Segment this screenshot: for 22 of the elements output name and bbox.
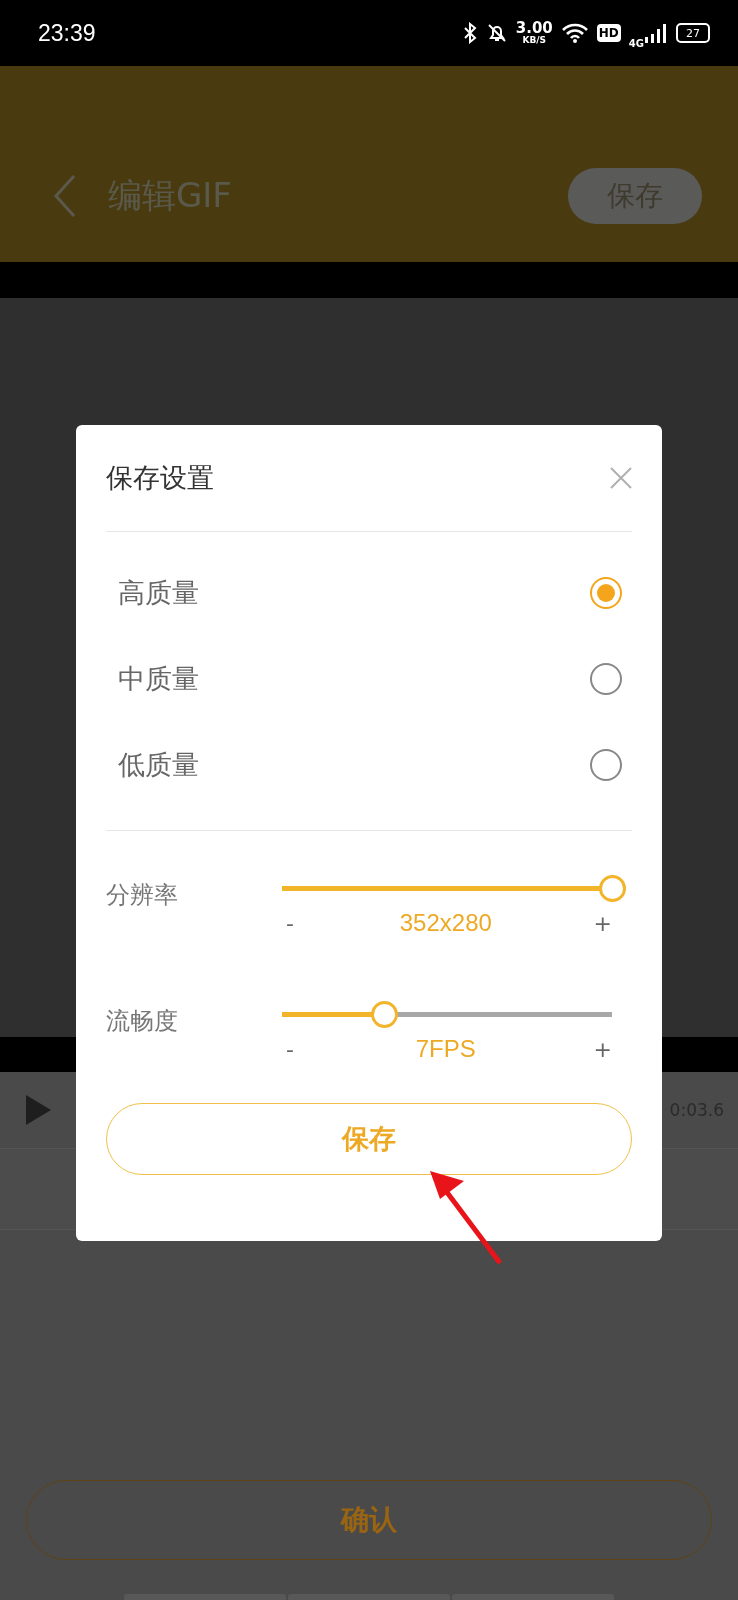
battery-level: 27 (686, 26, 700, 40)
slider-label: 分辨率 (106, 880, 179, 911)
hd-badge: HD (596, 24, 621, 42)
network-speed: 3.00 (515, 21, 553, 36)
page-title: 编辑GIF (108, 174, 233, 217)
quality-option[interactable]: 高质量 (106, 550, 632, 636)
quality-option[interactable]: 中质量 (106, 636, 632, 722)
network-speed-unit: KB/S (522, 36, 547, 45)
network-type: 4G (628, 37, 644, 49)
option-label: 中质量 (118, 662, 199, 696)
dialog-title: 保存设置 (106, 461, 214, 495)
increase-button[interactable]: + (593, 1036, 612, 1062)
option-label: 低质量 (118, 748, 199, 782)
slider-value: 7FPS (415, 1035, 476, 1063)
slider-label: 流畅度 (106, 1006, 179, 1037)
clock: 23:39 (38, 19, 96, 47)
quality-option[interactable]: 低质量 (106, 722, 632, 808)
decrease-button[interactable]: - (282, 1036, 298, 1062)
increase-button[interactable]: + (593, 910, 612, 936)
decrease-button[interactable]: - (282, 910, 298, 936)
slider-value: 352x280 (399, 909, 492, 937)
option-label: 高质量 (118, 576, 199, 610)
